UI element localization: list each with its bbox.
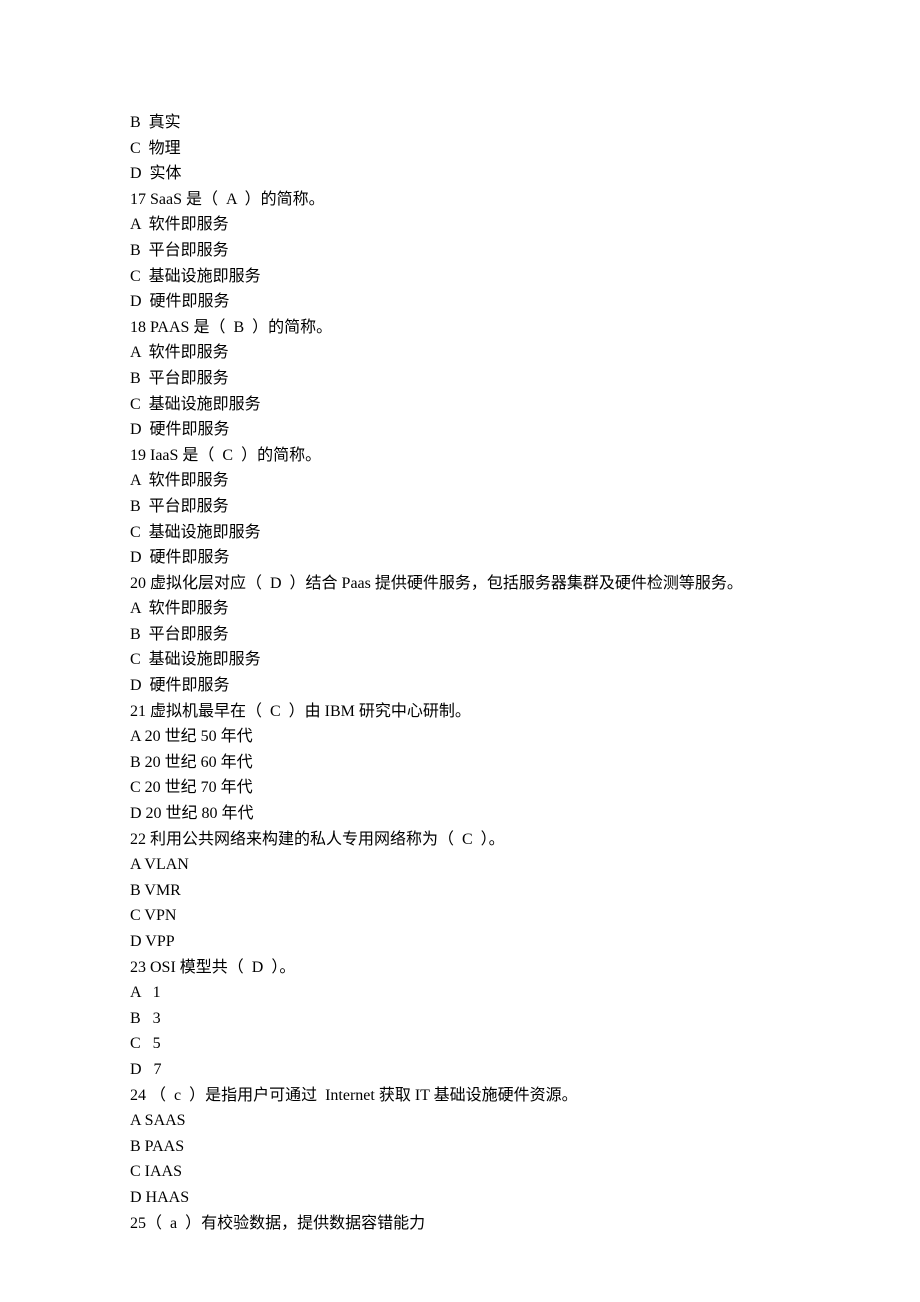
text-line: C 基础设施即服务 — [130, 520, 790, 546]
text-line: 18 PAAS 是（ B ）的简称。 — [130, 315, 790, 341]
text-line: B 3 — [130, 1006, 790, 1032]
text-line: B 20 世纪 60 年代 — [130, 750, 790, 776]
text-line: A 软件即服务 — [130, 468, 790, 494]
text-line: D 20 世纪 80 年代 — [130, 801, 790, 827]
text-line: A 软件即服务 — [130, 212, 790, 238]
text-line: C IAAS — [130, 1159, 790, 1185]
text-line: C 物理 — [130, 136, 790, 162]
text-line: 19 IaaS 是（ C ）的简称。 — [130, 443, 790, 469]
text-line: 20 虚拟化层对应（ D ）结合 Paas 提供硬件服务，包括服务器集群及硬件检… — [130, 571, 790, 597]
text-line: C VPN — [130, 903, 790, 929]
text-line: C 5 — [130, 1031, 790, 1057]
text-line: A SAAS — [130, 1108, 790, 1134]
text-line: B 平台即服务 — [130, 366, 790, 392]
text-line: B 平台即服务 — [130, 622, 790, 648]
document-page: B 真实 C 物理 D 实体 17 SaaS 是（ A ）的简称。 A 软件即服… — [0, 0, 920, 1302]
text-line: D 硬件即服务 — [130, 673, 790, 699]
text-line: 23 OSI 模型共（ D ）。 — [130, 955, 790, 981]
text-line: D 硬件即服务 — [130, 417, 790, 443]
text-line: D VPP — [130, 929, 790, 955]
text-line: D 实体 — [130, 161, 790, 187]
text-line: A 软件即服务 — [130, 340, 790, 366]
text-line: A 1 — [130, 980, 790, 1006]
text-line: D 硬件即服务 — [130, 545, 790, 571]
text-line: B 真实 — [130, 110, 790, 136]
text-line: 17 SaaS 是（ A ）的简称。 — [130, 187, 790, 213]
text-line: C 基础设施即服务 — [130, 647, 790, 673]
text-line: B 平台即服务 — [130, 238, 790, 264]
text-line: A 软件即服务 — [130, 596, 790, 622]
text-line: B PAAS — [130, 1134, 790, 1160]
text-line: 22 利用公共网络来构建的私人专用网络称为（ C ）。 — [130, 827, 790, 853]
text-line: A VLAN — [130, 852, 790, 878]
text-line: A 20 世纪 50 年代 — [130, 724, 790, 750]
text-line: C 基础设施即服务 — [130, 264, 790, 290]
text-line: C 基础设施即服务 — [130, 392, 790, 418]
text-line: B 平台即服务 — [130, 494, 790, 520]
text-line: 21 虚拟机最早在（ C ）由 IBM 研究中心研制。 — [130, 699, 790, 725]
text-line: D HAAS — [130, 1185, 790, 1211]
text-line: 25（ a ）有校验数据，提供数据容错能力 — [130, 1211, 790, 1237]
text-line: C 20 世纪 70 年代 — [130, 775, 790, 801]
text-line: B VMR — [130, 878, 790, 904]
text-line: D 硬件即服务 — [130, 289, 790, 315]
text-line: D 7 — [130, 1057, 790, 1083]
text-line: 24 （ c ）是指用户可通过 Internet 获取 IT 基础设施硬件资源。 — [130, 1083, 790, 1109]
